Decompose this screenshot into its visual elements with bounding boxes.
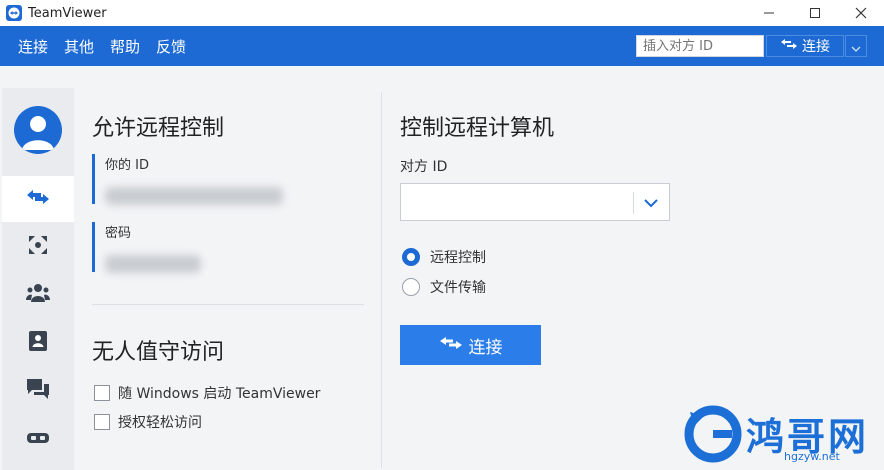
sidebar-item-remote-control[interactable] [2, 176, 74, 222]
arrows-icon [439, 335, 463, 355]
password-block: 密码 [92, 222, 201, 273]
remote-control-radio-label: 远程控制 [430, 250, 486, 266]
chevron-down-icon [851, 37, 861, 56]
chevron-down-icon[interactable] [641, 193, 661, 213]
easy-access-checkbox[interactable] [94, 414, 110, 430]
sidebar-item-meeting[interactable] [2, 224, 74, 270]
quick-connect-button[interactable]: 连接 [766, 35, 844, 57]
partner-id-label: 对方 ID [400, 159, 448, 175]
watermark-url: hgzyw.net [784, 450, 840, 463]
teamviewer-logo-icon [6, 5, 22, 21]
window-title: TeamViewer [28, 5, 107, 21]
panel-divider [381, 92, 382, 468]
your-id-label: 你的 ID [105, 158, 149, 173]
easy-access-row[interactable]: 授权轻松访问 [94, 412, 202, 432]
title-bar: TeamViewer [0, 0, 884, 26]
vr-goggles-icon [26, 430, 50, 449]
remote-control-option[interactable]: 远程控制 [402, 247, 486, 267]
address-book-icon [28, 330, 48, 356]
control-remote-title: 控制远程计算机 [400, 116, 555, 141]
remote-control-radio[interactable] [402, 248, 420, 266]
sidebar-item-contacts[interactable] [2, 272, 74, 318]
menu-connect[interactable]: 连接 [18, 36, 48, 57]
easy-access-label: 授权轻松访问 [118, 415, 202, 431]
avatar[interactable] [14, 106, 62, 154]
menu-feedback[interactable]: 反馈 [156, 36, 186, 57]
quick-connect-dropdown[interactable] [845, 35, 867, 57]
close-button[interactable] [838, 0, 884, 26]
file-transfer-radio-label: 文件传输 [430, 280, 486, 296]
sidebar [2, 88, 74, 470]
your-id-block: 你的 ID [92, 154, 283, 205]
allow-remote-control-title: 允许远程控制 [92, 116, 225, 141]
start-with-windows-row[interactable]: 随 Windows 启动 TeamViewer [94, 383, 320, 403]
menu-help[interactable]: 帮助 [110, 36, 140, 57]
contacts-icon [26, 282, 50, 308]
sidebar-item-augmented-reality[interactable] [2, 416, 74, 462]
meeting-icon [27, 234, 49, 260]
connect-button-label: 连接 [468, 337, 503, 358]
minimize-button[interactable] [746, 0, 792, 26]
start-with-windows-label: 随 Windows 启动 TeamViewer [118, 386, 321, 402]
unattended-access-title: 无人值守访问 [92, 340, 225, 365]
combo-separator [633, 192, 634, 214]
section-divider [92, 304, 364, 305]
connect-button[interactable]: 连接 [400, 325, 541, 365]
watermark-logo-icon [684, 405, 742, 463]
password-value-blurred [105, 255, 201, 273]
arrows-icon [780, 38, 798, 54]
file-transfer-radio[interactable] [402, 278, 420, 296]
start-with-windows-checkbox[interactable] [94, 385, 110, 401]
file-transfer-option[interactable]: 文件传输 [402, 277, 486, 297]
password-label: 密码 [105, 226, 132, 241]
quick-partner-id-input[interactable] [636, 35, 764, 57]
sidebar-item-chat[interactable] [2, 368, 74, 414]
chat-icon [26, 378, 50, 404]
watermark: 鸿哥网 hgzyw.net [680, 400, 880, 468]
maximize-button[interactable] [792, 0, 838, 26]
sidebar-item-computers-contacts[interactable] [2, 320, 74, 366]
your-id-value-blurred [105, 187, 283, 205]
partner-id-combobox[interactable] [400, 183, 670, 221]
menu-other[interactable]: 其他 [64, 36, 94, 57]
quick-connect-label: 连接 [802, 39, 830, 55]
remote-control-icon [26, 189, 50, 209]
